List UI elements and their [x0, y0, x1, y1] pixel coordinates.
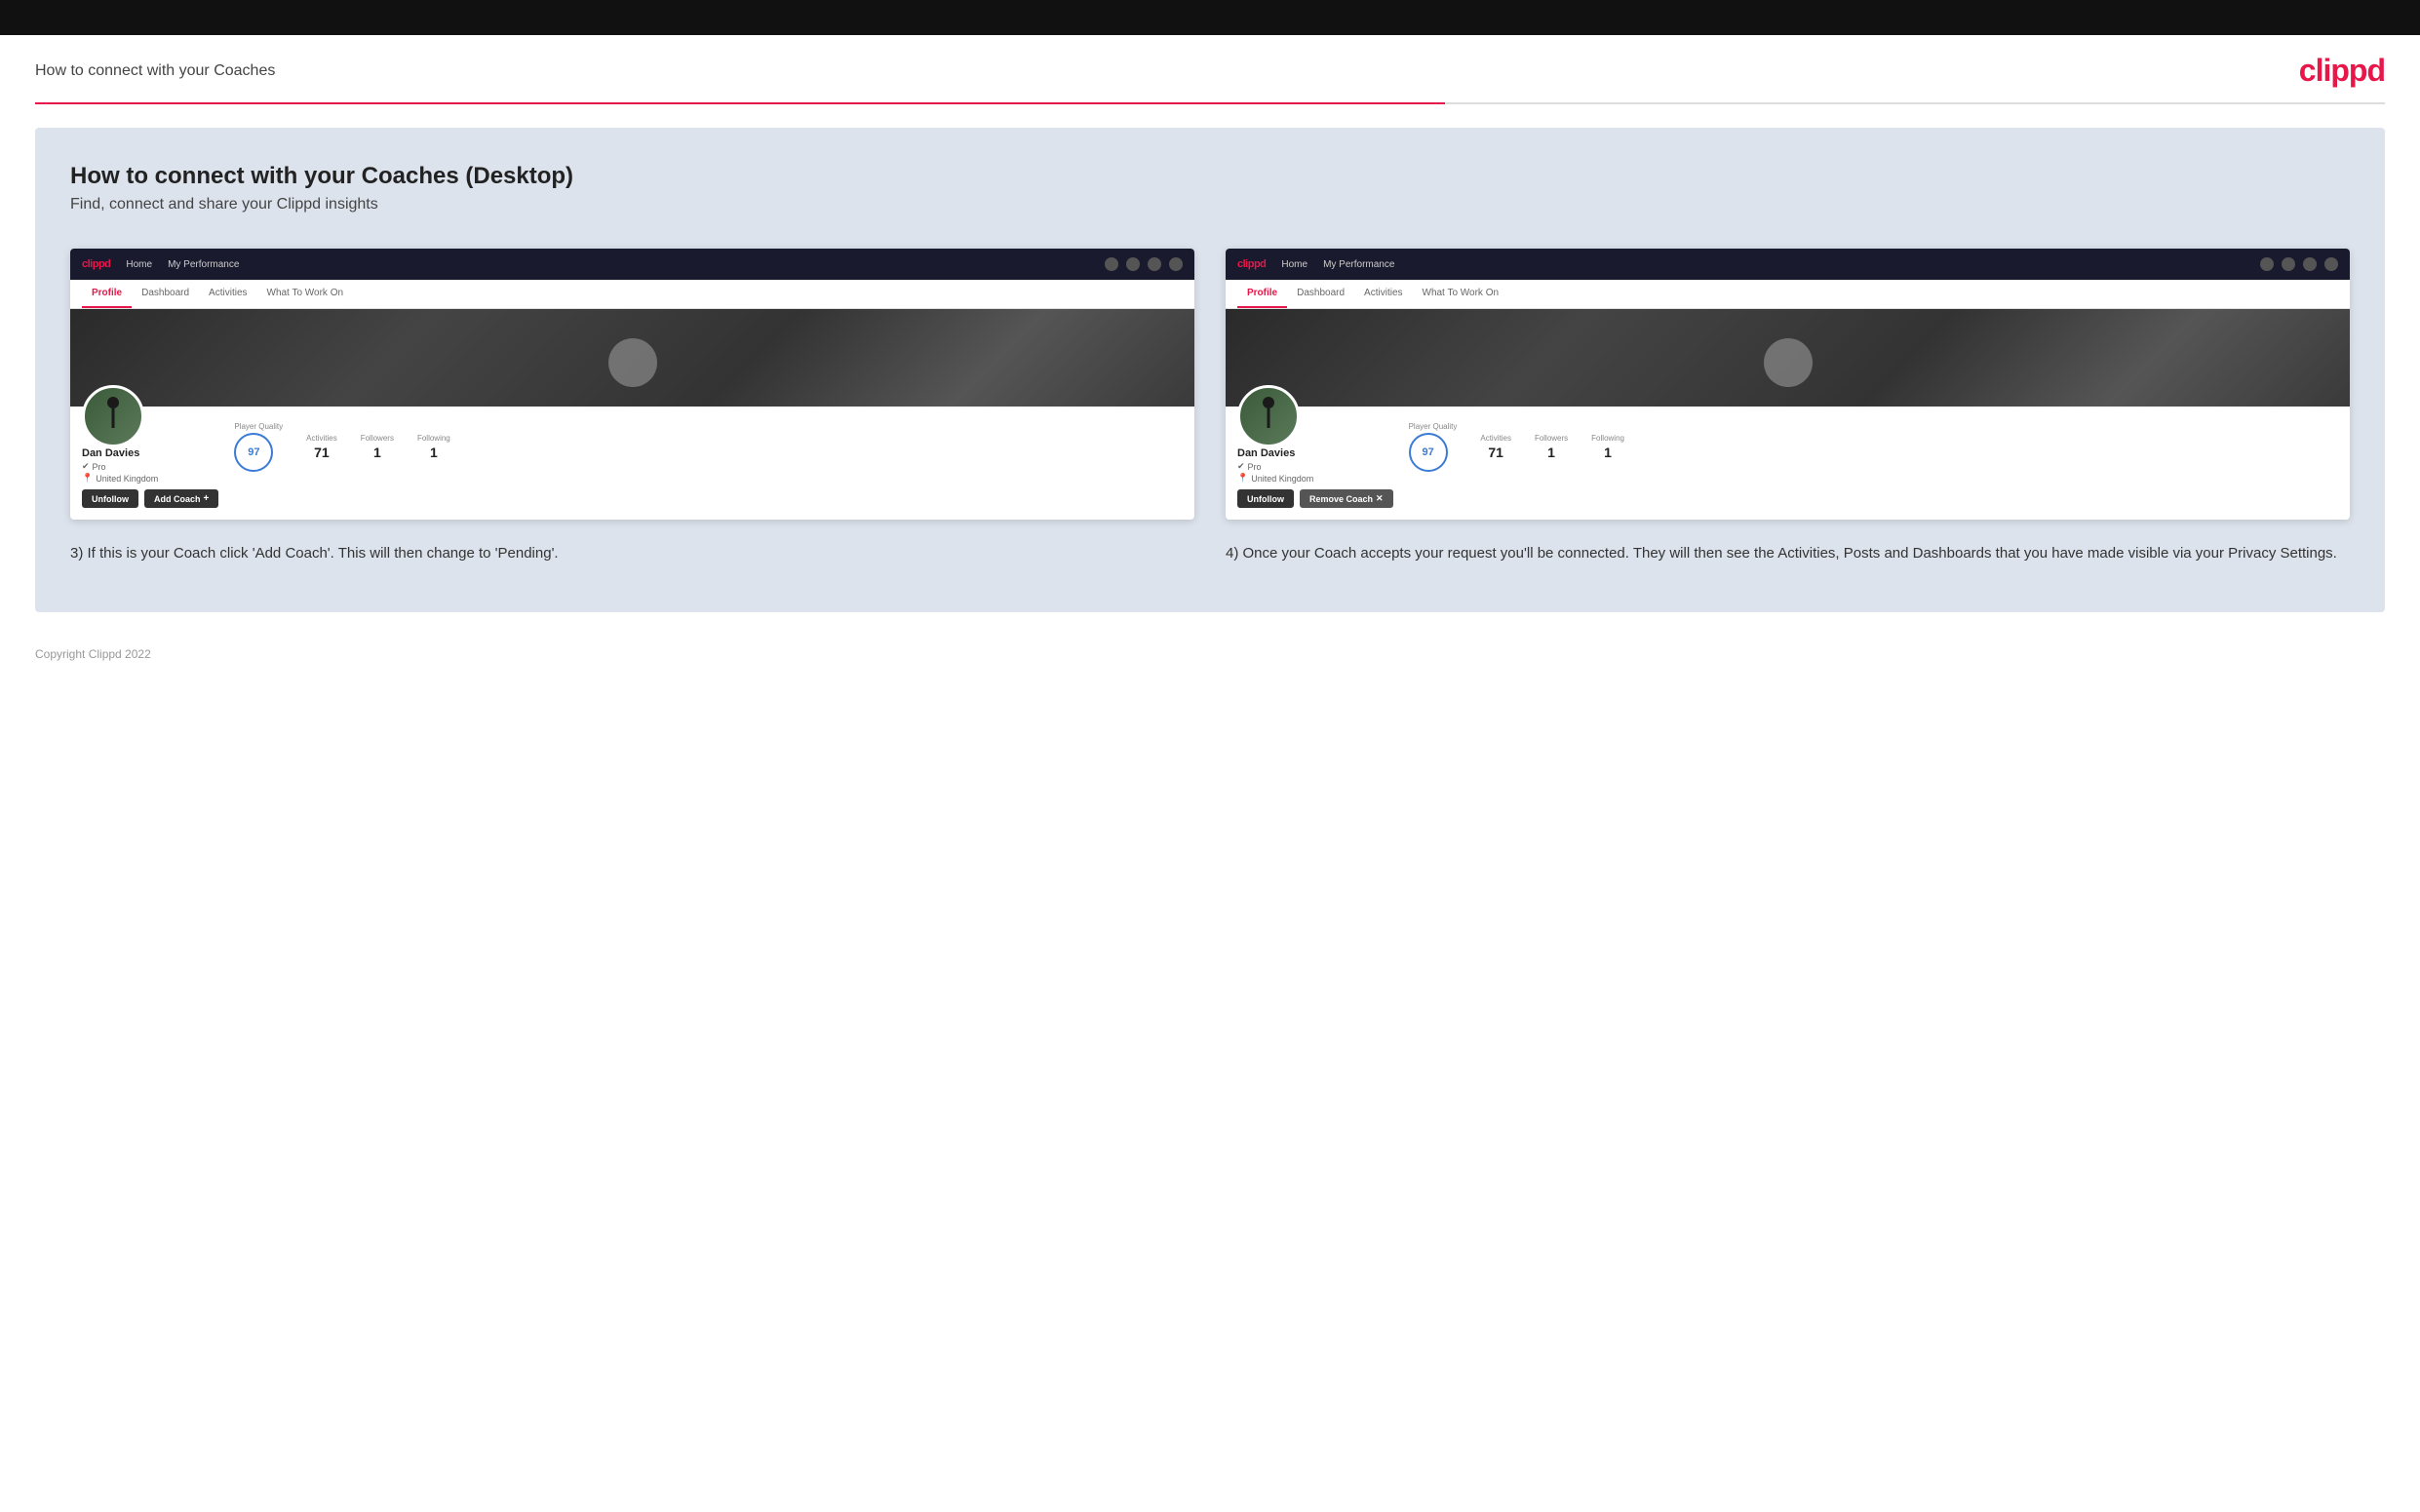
main-subheading: Find, connect and share your Clippd insi… [70, 196, 2350, 213]
mock-nav-home-right[interactable]: Home [1281, 259, 1308, 270]
golfer-silhouette-right [1257, 397, 1280, 436]
top-bar [0, 0, 2420, 35]
mock-profile-location-right: 📍 United Kingdom [1237, 473, 1393, 484]
tab-profile-left[interactable]: Profile [82, 280, 132, 308]
mock-stats-left: Player Quality 97 Activities 71 Follower… [234, 414, 449, 472]
screenshots-row: clippd Home My Performance Profile Dashb… [70, 249, 2350, 565]
mock-search-icon[interactable] [1105, 257, 1118, 271]
mock-profile-buttons-left: Unfollow Add Coach + [82, 489, 218, 508]
mock-stat-followers-left: Followers 1 [361, 434, 394, 460]
main-heading: How to connect with your Coaches (Deskto… [70, 163, 2350, 190]
mock-stat-quality-right: Player Quality 97 [1409, 422, 1458, 472]
mock-bell-icon-right[interactable] [2303, 257, 2317, 271]
clippd-logo: clippd [2299, 53, 2385, 89]
main-content: How to connect with your Coaches (Deskto… [35, 128, 2385, 612]
tab-what-to-work-on-left[interactable]: What To Work On [257, 280, 354, 308]
add-coach-button-left[interactable]: Add Coach + [144, 489, 218, 508]
screenshot-col-right: clippd Home My Performance Profile Dashb… [1226, 249, 2350, 565]
remove-coach-button-right[interactable]: Remove Coach ✕ [1300, 489, 1393, 508]
mock-avatar-wrap-left [82, 385, 218, 447]
mock-stat-following-right: Following 1 [1591, 434, 1624, 460]
check-icon-left: ✔ [82, 461, 90, 472]
mock-stat-following-left: Following 1 [417, 434, 450, 460]
mock-avatar-left [82, 385, 144, 447]
mock-avatar-right [1237, 385, 1300, 447]
mock-profile-name-right: Dan Davies [1237, 447, 1393, 459]
mock-nav-icons-right [2260, 257, 2338, 271]
mock-bell-icon[interactable] [1148, 257, 1161, 271]
mock-stat-quality-left: Player Quality 97 [234, 422, 283, 472]
mock-profile-location-left: 📍 United Kingdom [82, 473, 218, 484]
mock-stat-activities-right: Activities 71 [1480, 434, 1511, 460]
unfollow-button-right[interactable]: Unfollow [1237, 489, 1294, 508]
mock-avatar-wrap-right [1237, 385, 1393, 447]
caption-right: 4) Once your Coach accepts your request … [1226, 543, 2350, 565]
mock-stat-activities-left: Activities 71 [306, 434, 337, 460]
page-title: How to connect with your Coaches [35, 62, 275, 80]
quality-circle-left: 97 [234, 433, 273, 472]
pin-icon-right: 📍 [1237, 473, 1248, 484]
mock-search-icon-right[interactable] [2260, 257, 2274, 271]
mock-logo-left: clippd [82, 258, 110, 270]
mock-stat-followers-right: Followers 1 [1535, 434, 1568, 460]
mock-browser-right: clippd Home My Performance Profile Dashb… [1226, 249, 2350, 520]
tab-dashboard-right[interactable]: Dashboard [1287, 280, 1354, 308]
mock-user-icon-right[interactable] [2282, 257, 2295, 271]
mock-tabs-left: Profile Dashboard Activities What To Wor… [70, 280, 1194, 309]
mock-nav-performance-right[interactable]: My Performance [1323, 259, 1394, 270]
tab-dashboard-left[interactable]: Dashboard [132, 280, 199, 308]
mock-profile-right: Dan Davies ✔ Pro 📍 United Kingdom Unfoll… [1226, 407, 2350, 520]
mock-browser-left: clippd Home My Performance Profile Dashb… [70, 249, 1194, 520]
header-divider [35, 102, 2385, 104]
tab-profile-right[interactable]: Profile [1237, 280, 1287, 308]
plus-icon-left: + [204, 493, 210, 504]
mock-logo-right: clippd [1237, 258, 1266, 270]
mock-globe-icon[interactable] [1169, 257, 1183, 271]
copyright-text: Copyright Clippd 2022 [35, 647, 151, 661]
mock-nav-performance-left[interactable]: My Performance [168, 259, 239, 270]
mock-profile-right-col: Dan Davies ✔ Pro 📍 United Kingdom Unfoll… [1237, 414, 1393, 508]
tab-what-to-work-on-right[interactable]: What To Work On [1413, 280, 1509, 308]
tab-activities-left[interactable]: Activities [199, 280, 256, 308]
mock-nav-icons-left [1105, 257, 1183, 271]
caption-left: 3) If this is your Coach click 'Add Coac… [70, 543, 1194, 565]
mock-nav-home-left[interactable]: Home [126, 259, 152, 270]
mock-profile-role-right: ✔ Pro [1237, 461, 1393, 472]
quality-circle-right: 97 [1409, 433, 1448, 472]
unfollow-button-left[interactable]: Unfollow [82, 489, 138, 508]
mock-profile-buttons-right: Unfollow Remove Coach ✕ [1237, 489, 1393, 508]
mock-hero-right [1226, 309, 2350, 407]
pin-icon-left: 📍 [82, 473, 93, 484]
mock-nav-right: clippd Home My Performance [1226, 249, 2350, 280]
mock-nav-left: clippd Home My Performance [70, 249, 1194, 280]
x-icon-right: ✕ [1376, 493, 1384, 504]
header: How to connect with your Coaches clippd [0, 35, 2420, 102]
mock-stats-right: Player Quality 97 Activities 71 Follower… [1409, 414, 1624, 472]
screenshot-col-left: clippd Home My Performance Profile Dashb… [70, 249, 1194, 565]
tab-activities-right[interactable]: Activities [1354, 280, 1412, 308]
mock-profile-left-col: Dan Davies ✔ Pro 📍 United Kingdom Unfoll… [82, 414, 218, 508]
mock-profile-left: Dan Davies ✔ Pro 📍 United Kingdom Unfoll… [70, 407, 1194, 520]
mock-hero-left [70, 309, 1194, 407]
mock-user-icon[interactable] [1126, 257, 1140, 271]
footer: Copyright Clippd 2022 [0, 636, 2420, 673]
mock-globe-icon-right[interactable] [2324, 257, 2338, 271]
mock-profile-role-left: ✔ Pro [82, 461, 218, 472]
check-icon-right: ✔ [1237, 461, 1245, 472]
golfer-silhouette-left [101, 397, 125, 436]
mock-tabs-right: Profile Dashboard Activities What To Wor… [1226, 280, 2350, 309]
mock-profile-name-left: Dan Davies [82, 447, 218, 459]
